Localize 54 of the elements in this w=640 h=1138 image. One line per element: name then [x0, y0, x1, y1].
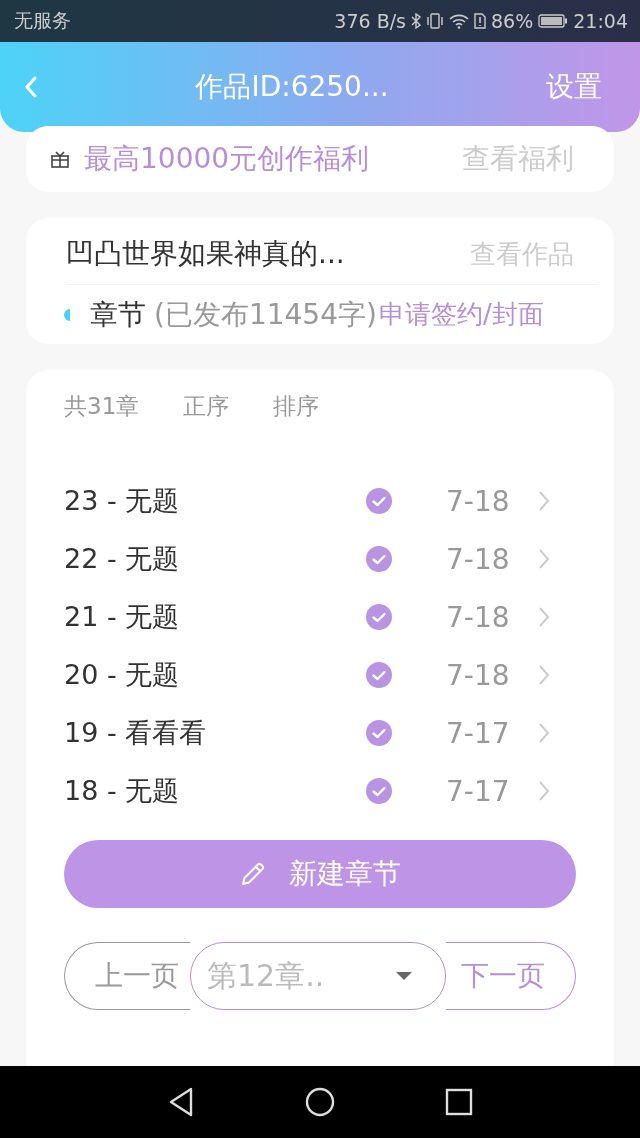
chapter-title: 21 - 无题: [64, 600, 181, 634]
wifi-icon: [449, 13, 469, 29]
battery-percent: 86%: [491, 10, 534, 32]
promo-text: 最高10000元创作福利: [84, 141, 371, 177]
home-icon[interactable]: [305, 1087, 335, 1117]
network-speed: 376 B/s: [334, 10, 406, 32]
chapter-select[interactable]: 第12章..: [190, 942, 446, 1010]
chapter-row[interactable]: 18 - 无题 7-17: [64, 762, 576, 820]
chapter-row[interactable]: 21 - 无题 7-18: [64, 588, 576, 646]
chevron-right-icon: [538, 780, 550, 802]
clock: 21:04: [573, 10, 628, 32]
chevron-right-icon: [538, 722, 550, 744]
new-chapter-button[interactable]: 新建章节: [64, 840, 576, 908]
chapter-row[interactable]: 19 - 看看看 7-17: [64, 704, 576, 762]
chapter-row[interactable]: 23 - 无题 7-18: [64, 472, 576, 530]
bluetooth-icon: [411, 13, 421, 29]
chapter-title: 20 - 无题: [64, 658, 181, 692]
sim-icon: [474, 13, 486, 29]
chapter-date: 7-18: [446, 542, 511, 576]
chevron-right-icon: [538, 664, 550, 686]
battery-icon: [538, 14, 569, 28]
work-title: 凹凸世界如果神真的...: [66, 236, 345, 273]
carrier-text: 无服务: [14, 8, 71, 33]
section-marker: [64, 308, 70, 321]
page-title: 作品ID:6250...: [195, 69, 389, 105]
back-icon[interactable]: [167, 1086, 195, 1118]
vibrate-icon: [426, 13, 444, 29]
chapter-title: 18 - 无题: [64, 774, 181, 808]
sort-option[interactable]: 排序: [273, 390, 320, 422]
settings-button[interactable]: 设置: [546, 68, 602, 106]
chapter-date: 7-17: [446, 716, 511, 750]
recents-icon[interactable]: [445, 1088, 473, 1116]
apply-contract-link[interactable]: 申请签约/封面: [378, 297, 544, 333]
dropdown-caret-icon: [395, 971, 413, 981]
pencil-icon: [239, 860, 267, 888]
chapter-date: 7-18: [446, 658, 511, 692]
chapter-date: 7-17: [446, 774, 511, 808]
chevron-right-icon: [538, 490, 550, 512]
chapter-title: 19 - 看看看: [64, 716, 208, 750]
section-label: 章节: [90, 296, 146, 333]
chapter-row[interactable]: 22 - 无题 7-18: [64, 530, 576, 588]
next-page-button[interactable]: 下一页: [446, 942, 576, 1010]
chapter-date: 7-18: [446, 600, 511, 634]
gift-icon: [50, 149, 70, 169]
chapter-count: 共31章: [64, 391, 140, 421]
chapter-date: 7-18: [446, 484, 511, 518]
sort-option[interactable]: 正序: [183, 390, 230, 422]
chevron-right-icon: [538, 606, 550, 628]
word-count: (已发布11454字): [154, 296, 377, 333]
previous-page-button[interactable]: 上一页: [64, 942, 190, 1010]
chapter-title: 23 - 无题: [64, 484, 181, 518]
chevron-right-icon: [538, 548, 550, 570]
chapter-row[interactable]: 20 - 无题 7-18: [64, 646, 576, 704]
chapter-title: 22 - 无题: [64, 542, 181, 576]
